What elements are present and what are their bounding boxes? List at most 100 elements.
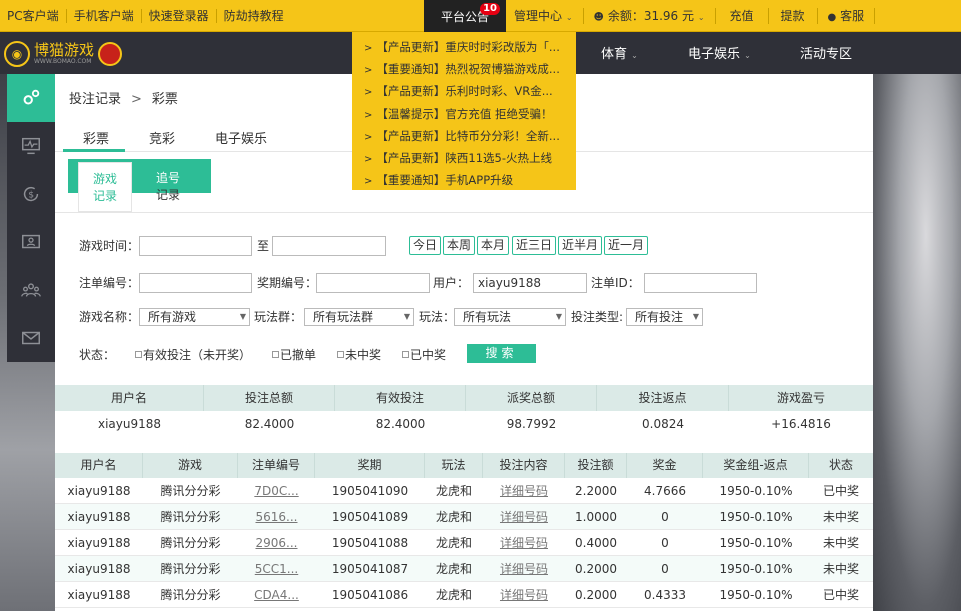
summary-profit: +16.4816 [771, 417, 831, 431]
status-checkbox-won[interactable]: 已中奖 [402, 346, 446, 363]
start-time-input[interactable] [139, 236, 252, 256]
cell-content[interactable]: 详细号码 [483, 556, 565, 582]
cell-content[interactable]: 详细号码 [483, 478, 565, 504]
cell-content[interactable]: 详细号码 [483, 530, 565, 556]
notice-item[interactable]: > 【重要通知】手机APP升级 [364, 170, 576, 192]
cell-order-no[interactable]: 5616... [238, 504, 315, 530]
management-center-menu[interactable]: 管理中心 ⌄ [506, 8, 584, 24]
search-button[interactable]: 搜索 [467, 344, 536, 363]
order-no-input[interactable] [139, 273, 252, 293]
chevron-down-icon: ▼ [692, 312, 699, 321]
bet-type-select[interactable]: 所有投注 ▼ [626, 308, 703, 326]
chevron-down-icon: ⌄ [697, 13, 705, 22]
nav-item-entertainment[interactable]: 电子娱乐 ⌄ [688, 43, 751, 62]
end-time-input[interactable] [272, 236, 386, 256]
cell-order-no[interactable]: CDA4... [238, 582, 315, 608]
summary-col-valid-bet: 有效投注 [335, 385, 466, 411]
chevron-right-icon: > [364, 43, 373, 54]
sidebar-item-settings[interactable] [7, 74, 55, 122]
checkbox-icon [135, 351, 142, 358]
user-input[interactable]: xiayu9188 [473, 273, 587, 293]
status-lost-label: 未中奖 [345, 348, 382, 362]
last-month-button[interactable]: 近一月 [604, 236, 649, 255]
withdraw-link[interactable]: 提款 [769, 8, 818, 24]
notice-item[interactable]: > 【产品更新】重庆时时彩改版为「... [364, 37, 576, 59]
notice-item[interactable]: > 【重要通知】热烈祝贺博猫游戏成... [364, 59, 576, 81]
subtab-chase-record[interactable]: 追号 记录 [153, 170, 183, 204]
cell-order-no[interactable]: 2906... [238, 530, 315, 556]
notice-item[interactable]: > 【产品更新】陕西11选5-火热上线 [364, 148, 576, 170]
summary-col-payout: 派奖总额 [466, 385, 597, 411]
last-3-days-button[interactable]: 近三日 [512, 236, 557, 255]
subtab-game-record-line2: 记录 [92, 189, 117, 203]
cell-issue: 1905041089 [331, 510, 409, 524]
chat-icon: ● [827, 12, 837, 23]
site-logo[interactable]: ◉ 博猫游戏 WWW.BOMAO.COM [4, 38, 138, 70]
chevron-right-icon: > [364, 109, 373, 121]
cell-username: xiayu9188 [67, 536, 131, 550]
quick-login-link[interactable]: 快速登录器 [142, 8, 217, 23]
recharge-link[interactable]: 充值 [716, 8, 769, 24]
this-week-button[interactable]: 本周 [443, 236, 476, 255]
play-select[interactable]: 所有玩法 ▼ [454, 308, 566, 326]
game-name-select[interactable]: 所有游戏 ▼ [139, 308, 250, 326]
status-pending-label: 有效投注（未开奖） [143, 348, 252, 362]
notice-text: 【重要通知】手机APP升级 [376, 173, 514, 188]
customer-service-link[interactable]: ● 客服 [818, 8, 876, 24]
cell-game: 腾讯分分彩 [160, 588, 221, 602]
summary-col-rebate: 投注返点 [597, 385, 729, 411]
sidebar-item-finance[interactable]: $ [7, 170, 55, 218]
notice-item[interactable]: > 【产品更新】乐利时时彩、VR金... [364, 81, 576, 103]
subtab-game-record[interactable]: 游戏 记录 [78, 162, 132, 212]
tab-sports-betting[interactable]: 竞彩 [149, 128, 175, 147]
col-username: 用户名 [55, 453, 143, 478]
breadcrumb-root[interactable]: 投注记录 [69, 92, 121, 107]
nav-item-promotions[interactable]: 活动专区 [800, 43, 852, 62]
cell-order-no[interactable]: 5CC1... [238, 556, 315, 582]
sidebar-item-account[interactable] [7, 218, 55, 266]
mobile-client-link[interactable]: 手机客户端 [67, 8, 142, 23]
sidebar-item-monitor[interactable] [7, 122, 55, 170]
background-art [873, 74, 961, 611]
bet-type-label: 投注类型: [571, 310, 624, 324]
status-checkbox-lost[interactable]: 未中奖 [337, 346, 381, 363]
play-group-select[interactable]: 所有玩法群 ▼ [304, 308, 414, 326]
cell-username: xiayu9188 [67, 510, 131, 524]
status-checkbox-cancelled[interactable]: 已撤单 [272, 346, 316, 363]
nav-item-sports[interactable]: 体育 ⌄ [601, 43, 638, 62]
order-id-input[interactable] [644, 273, 757, 293]
balance-display[interactable]: ☻ 余额：31.96 元 ⌄ [584, 8, 716, 24]
summary-total-bet: 82.4000 [244, 417, 295, 431]
anti-hijack-link[interactable]: 防劫持教程 [217, 9, 291, 23]
col-play: 玩法 [425, 453, 483, 478]
records-table-header: 用户名 游戏 注单编号 奖期 玩法 投注内容 投注额 奖金 奖金组-返点 状态 [55, 453, 873, 478]
notice-dropdown: > 【产品更新】重庆时时彩改版为「... > 【重要通知】热烈祝贺博猫游戏成... … [352, 32, 576, 190]
status-checkbox-pending[interactable]: 有效投注（未开奖） [135, 346, 251, 363]
cell-prize: 0 [661, 562, 669, 576]
tab-electronic[interactable]: 电子娱乐 [215, 128, 267, 147]
cell-content[interactable]: 详细号码 [483, 504, 565, 530]
cell-status: 未中奖 [822, 562, 859, 576]
play-group-value: 所有玩法群 [313, 310, 374, 324]
sidebar-item-team[interactable] [7, 266, 55, 314]
cell-amount: 0.2000 [575, 588, 617, 602]
mail-icon [22, 331, 40, 345]
last-half-month-button[interactable]: 近半月 [558, 236, 603, 255]
today-button[interactable]: 今日 [409, 236, 442, 255]
this-month-button[interactable]: 本月 [477, 236, 510, 255]
pc-client-link[interactable]: PC客户端 [0, 8, 67, 23]
checkbox-icon [337, 351, 344, 358]
issue-no-input[interactable] [316, 273, 430, 293]
cell-content[interactable]: 详细号码 [483, 582, 565, 608]
notice-item[interactable]: > 【温馨提示】官方充值 拒绝受骗！ [364, 104, 576, 126]
notice-item[interactable]: > 【产品更新】比特币分分彩！全新... [364, 126, 576, 148]
tab-lottery[interactable]: 彩票 [83, 128, 109, 147]
play-label: 玩法： [419, 310, 456, 324]
cell-username: xiayu9188 [67, 562, 131, 576]
col-status: 状态 [828, 458, 853, 472]
sidebar-item-messages[interactable] [7, 314, 55, 362]
platform-notice-button[interactable]: 平台公告 10 [424, 0, 506, 32]
cell-order-no[interactable]: 7D0C... [238, 478, 315, 504]
cell-play: 龙虎和 [435, 510, 472, 524]
cell-username: xiayu9188 [67, 484, 131, 498]
